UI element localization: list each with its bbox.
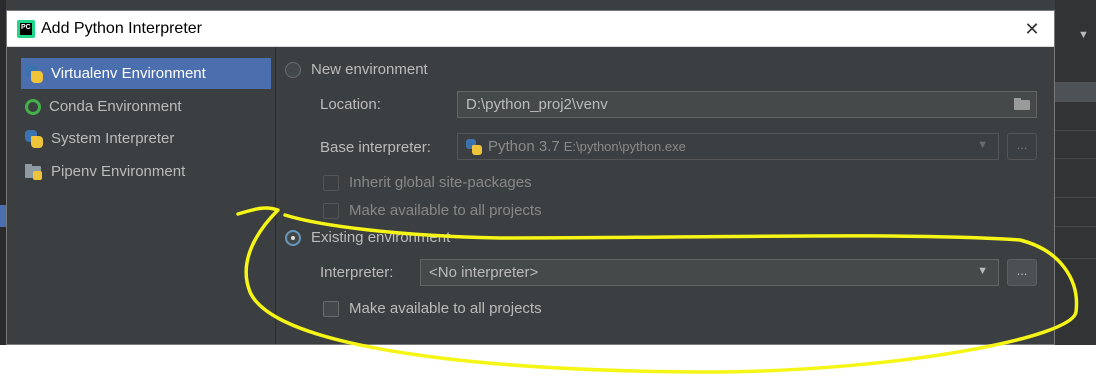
interpreter-label: Interpreter: (320, 264, 394, 281)
existing-environment-label: Existing environment (311, 229, 451, 246)
new-environment-label: New environment (311, 61, 428, 78)
existing-env-make-available-label: Make available to all projects (349, 300, 542, 317)
sidebar-item-pipenv[interactable]: Pipenv Environment (21, 156, 271, 187)
close-button[interactable]: ✕ (1020, 17, 1044, 41)
sidebar-item-system-interpreter[interactable]: System Interpreter (21, 123, 271, 154)
dialog-title: Add Python Interpreter (41, 20, 202, 37)
python-icon (466, 138, 482, 155)
location-label: Location: (320, 96, 381, 113)
background-right-panel (1055, 0, 1096, 345)
pipenv-folder-icon (25, 163, 43, 181)
environment-type-list: Virtualenv Environment Conda Environment… (7, 47, 276, 344)
background-table-row-line (1055, 226, 1096, 227)
background-table-row-line (1055, 130, 1096, 131)
sidebar-item-label: Virtualenv Environment (51, 65, 206, 82)
location-field[interactable]: D:\python_proj2\venv (457, 91, 1037, 118)
sidebar-item-conda[interactable]: Conda Environment (21, 91, 271, 122)
base-interpreter-path: E:\python\python.exe (563, 139, 686, 154)
background-table-header (1055, 82, 1096, 102)
base-interpreter-select[interactable]: Python 3.7 E:\python\python.exe ▼ (457, 133, 999, 160)
interpreter-value: <No interpreter> (429, 264, 539, 281)
pycharm-app-icon: PC (17, 20, 35, 38)
existing-env-make-available-checkbox[interactable] (323, 301, 339, 317)
base-interpreter-label: Base interpreter: (320, 139, 431, 156)
background-dropdown-arrow-icon: ▼ (1078, 29, 1089, 41)
inherit-site-packages-checkbox[interactable] (323, 175, 339, 191)
base-interpreter-name: Python 3.7 (488, 138, 560, 155)
folder-open-icon[interactable] (1014, 98, 1030, 110)
new-env-make-available-checkbox[interactable] (323, 203, 339, 219)
existing-environment-radio[interactable] (285, 230, 301, 246)
location-value: D:\python_proj2\venv (466, 96, 608, 113)
title-bar: PC Add Python Interpreter ✕ (7, 11, 1054, 47)
python-icon (25, 129, 43, 148)
new-env-make-available-label: Make available to all projects (349, 202, 542, 219)
app-icon-text: PC (20, 23, 32, 35)
python-icon (25, 64, 43, 83)
sidebar-item-label: Conda Environment (49, 98, 182, 115)
chevron-down-icon: ▼ (977, 265, 988, 277)
sidebar-item-label: System Interpreter (51, 130, 175, 147)
interpreter-browse-button[interactable]: ... (1007, 259, 1037, 286)
chevron-down-icon: ▼ (977, 139, 988, 151)
sidebar-item-virtualenv[interactable]: Virtualenv Environment (21, 58, 271, 89)
sidebar-item-label: Pipenv Environment (51, 163, 186, 180)
inherit-site-packages-label: Inherit global site-packages (349, 174, 532, 191)
interpreter-select[interactable]: <No interpreter> ▼ (420, 259, 999, 286)
base-interpreter-browse-button[interactable]: ... (1007, 133, 1037, 160)
background-table-row-line (1055, 158, 1096, 159)
conda-icon (25, 98, 41, 115)
add-python-interpreter-dialog: PC Add Python Interpreter ✕ Virtualenv E… (6, 10, 1055, 345)
background-table-row-line (1055, 258, 1096, 259)
new-environment-radio[interactable] (285, 62, 301, 78)
background-table-row-line (1055, 197, 1096, 198)
